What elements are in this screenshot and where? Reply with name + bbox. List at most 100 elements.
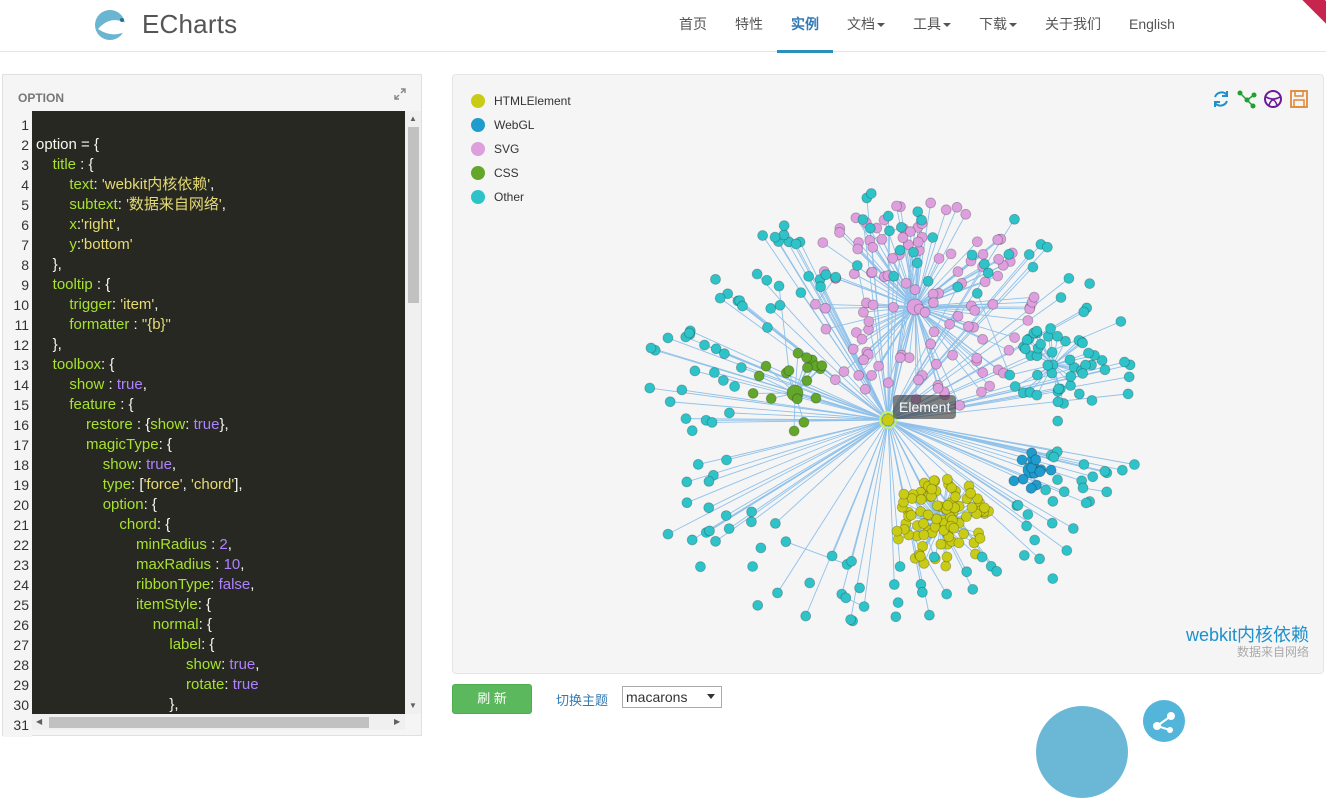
graph-node[interactable]	[979, 503, 989, 513]
graph-node[interactable]	[972, 237, 982, 247]
graph-node[interactable]	[1043, 360, 1053, 370]
graph-node[interactable]	[784, 366, 794, 376]
graph-node[interactable]	[1068, 524, 1078, 534]
graph-node[interactable]	[972, 353, 982, 363]
graph-node[interactable]	[883, 211, 893, 221]
graph-node[interactable]	[715, 293, 725, 303]
graph-node[interactable]	[1048, 496, 1058, 506]
graph-node[interactable]	[827, 551, 837, 561]
graph-node[interactable]	[1047, 347, 1057, 357]
graph-node[interactable]	[730, 381, 740, 391]
graph-node[interactable]	[847, 556, 857, 566]
graph-node[interactable]	[810, 299, 820, 309]
graph-node[interactable]	[915, 551, 925, 561]
graph-node[interactable]	[690, 366, 700, 376]
graph-node[interactable]	[1049, 452, 1059, 462]
graph-node[interactable]	[646, 343, 656, 353]
graph-node[interactable]	[1031, 455, 1041, 465]
graph-node[interactable]	[1053, 416, 1063, 426]
graph-node[interactable]	[1036, 339, 1046, 349]
corner-ribbon[interactable]	[1299, 0, 1326, 39]
graph-node[interactable]	[895, 353, 905, 363]
graph-node[interactable]	[1100, 365, 1110, 375]
save-icon[interactable]	[1289, 89, 1309, 109]
graph-node[interactable]	[961, 512, 971, 522]
graph-node[interactable]	[724, 524, 734, 534]
graph-node[interactable]	[889, 580, 899, 590]
graph-node[interactable]	[858, 307, 868, 317]
expand-icon[interactable]	[393, 87, 407, 101]
graph-node[interactable]	[682, 498, 692, 508]
graph-node[interactable]	[693, 459, 703, 469]
graph-node[interactable]	[766, 394, 776, 404]
graph-node[interactable]	[722, 455, 732, 465]
graph-node[interactable]	[1004, 249, 1014, 259]
nav-item-features[interactable]: 特性	[721, 0, 777, 52]
graph-node[interactable]	[978, 334, 988, 344]
graph-node[interactable]	[746, 517, 756, 527]
graph-node[interactable]	[802, 363, 812, 373]
graph-node[interactable]	[912, 258, 922, 268]
graph-node[interactable]	[854, 370, 864, 380]
graph-node[interactable]	[962, 567, 972, 577]
graph-node[interactable]	[665, 397, 675, 407]
graph-node[interactable]	[710, 274, 720, 284]
horizontal-scroll-thumb[interactable]	[49, 717, 369, 728]
graph-node[interactable]	[1066, 371, 1076, 381]
graph-node[interactable]	[1124, 372, 1134, 382]
graph-node[interactable]	[752, 269, 762, 279]
graph-node[interactable]	[953, 311, 963, 321]
graph-node[interactable]	[799, 417, 809, 427]
force-graph[interactable]	[453, 75, 1323, 673]
graph-node[interactable]	[931, 359, 941, 369]
graph-node[interactable]	[753, 600, 763, 610]
graph-node[interactable]	[1088, 472, 1098, 482]
graph-node[interactable]	[846, 615, 856, 625]
graph-node[interactable]	[1102, 487, 1112, 497]
graph-node[interactable]	[899, 489, 909, 499]
graph-node[interactable]	[961, 209, 971, 219]
graph-node[interactable]	[1023, 315, 1033, 325]
graph-node[interactable]	[766, 303, 776, 313]
graph-node[interactable]	[1020, 344, 1030, 354]
graph-node[interactable]	[923, 276, 933, 286]
graph-node[interactable]	[775, 300, 785, 310]
restore-icon[interactable]	[1211, 89, 1231, 109]
graph-node[interactable]	[933, 383, 943, 393]
graph-node[interactable]	[1022, 521, 1032, 531]
graph-node[interactable]	[802, 353, 812, 363]
graph-node[interactable]	[1009, 214, 1019, 224]
legend-item-css[interactable]: CSS	[471, 161, 571, 185]
graph-node[interactable]	[867, 370, 877, 380]
force-layout-icon[interactable]	[1237, 89, 1257, 109]
graph-node[interactable]	[867, 267, 877, 277]
graph-node[interactable]	[818, 238, 828, 248]
graph-node[interactable]	[1019, 550, 1029, 560]
graph-node[interactable]	[864, 316, 874, 326]
graph-node[interactable]	[737, 301, 747, 311]
nav-item-docs[interactable]: 文档	[833, 0, 899, 52]
graph-node[interactable]	[1085, 279, 1095, 289]
graph-node[interactable]	[966, 488, 976, 498]
graph-node[interactable]	[1032, 326, 1042, 336]
graph-node[interactable]	[860, 384, 870, 394]
graph-node[interactable]	[835, 227, 845, 237]
graph-node[interactable]	[941, 561, 951, 571]
graph-node[interactable]	[1032, 370, 1042, 380]
graph-node[interactable]	[772, 588, 782, 598]
graph-node[interactable]	[761, 361, 771, 371]
graph-node[interactable]	[993, 235, 1003, 245]
graph-node[interactable]	[756, 543, 766, 553]
graph-node[interactable]	[695, 562, 705, 572]
graph-node[interactable]	[1062, 546, 1072, 556]
graph-node[interactable]	[1035, 467, 1045, 477]
scroll-left-icon[interactable]: ◀	[36, 717, 42, 726]
graph-node[interactable]	[779, 221, 789, 231]
graph-node[interactable]	[687, 535, 697, 545]
nav-item-english[interactable]: English	[1115, 0, 1189, 52]
graph-node[interactable]	[1004, 345, 1014, 355]
graph-node[interactable]	[1066, 381, 1076, 391]
graph-node[interactable]	[926, 198, 936, 208]
graph-node[interactable]	[762, 323, 772, 333]
graph-node[interactable]	[895, 245, 905, 255]
